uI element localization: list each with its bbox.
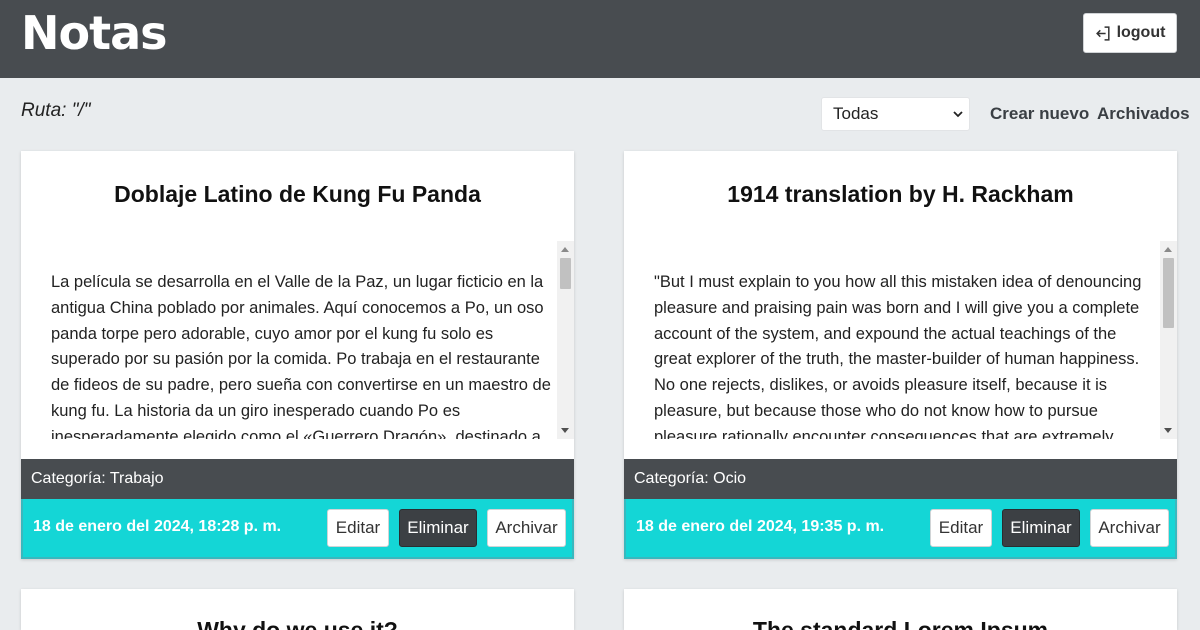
scroll-thumb[interactable] xyxy=(1163,258,1174,328)
note-category: Categoría: Ocio xyxy=(624,459,1177,499)
logout-icon xyxy=(1095,25,1110,41)
note-body-scroll-area[interactable]: "But I must explain to you how all this … xyxy=(644,241,1177,439)
scroll-up-arrow-icon[interactable] xyxy=(1164,247,1172,252)
category-filter-select[interactable]: Todas xyxy=(821,97,970,131)
note-date: 18 de enero del 2024, 18:28 p. m. xyxy=(33,518,282,535)
scroll-down-arrow-icon[interactable] xyxy=(561,428,569,433)
route-label: Ruta: "/" xyxy=(21,100,91,121)
archive-button[interactable]: Archivar xyxy=(1090,509,1169,547)
note-card: Why do we use it? xyxy=(21,589,574,630)
note-body-text: La película se desarrolla en el Valle de… xyxy=(51,273,551,439)
note-title: The standard Lorem Ipsum xyxy=(752,617,1049,630)
archived-link[interactable]: Archivados xyxy=(1097,104,1190,124)
scroll-up-arrow-icon[interactable] xyxy=(561,247,569,252)
note-title: Why do we use it? xyxy=(197,617,398,630)
logout-label: logout xyxy=(1116,24,1166,41)
edit-button[interactable]: Editar xyxy=(327,509,389,547)
filter-selected-value: Todas xyxy=(833,104,879,123)
note-body-scroll-area[interactable]: La película se desarrolla en el Valle de… xyxy=(41,241,574,439)
note-card: The standard Lorem Ipsum xyxy=(624,589,1177,630)
note-body-text: "But I must explain to you how all this … xyxy=(654,273,1142,439)
create-new-link[interactable]: Crear nuevo xyxy=(990,104,1089,124)
note-card: 1914 translation by H. Rackham "But I mu… xyxy=(624,151,1177,559)
scroll-down-arrow-icon[interactable] xyxy=(1164,428,1172,433)
note-title: Doblaje Latino de Kung Fu Panda xyxy=(114,181,481,207)
note-action-bar: 18 de enero del 2024, 18:28 p. m. Editar… xyxy=(21,499,574,559)
note-scrollbar[interactable] xyxy=(557,241,574,439)
logout-button[interactable]: logout xyxy=(1083,13,1177,53)
app-title: Notas xyxy=(21,6,168,60)
top-navbar: Notas logout xyxy=(0,0,1200,78)
note-date: 18 de enero del 2024, 19:35 p. m. xyxy=(636,518,885,535)
note-card: Doblaje Latino de Kung Fu Panda La pelíc… xyxy=(21,151,574,559)
note-scrollbar[interactable] xyxy=(1160,241,1177,439)
delete-button[interactable]: Eliminar xyxy=(1002,509,1080,547)
archive-button[interactable]: Archivar xyxy=(487,509,566,547)
scroll-thumb[interactable] xyxy=(560,258,571,289)
chevron-down-icon xyxy=(953,111,963,118)
note-action-bar: 18 de enero del 2024, 19:35 p. m. Editar… xyxy=(624,499,1177,559)
edit-button[interactable]: Editar xyxy=(930,509,992,547)
note-title: 1914 translation by H. Rackham xyxy=(727,181,1074,207)
note-category: Categoría: Trabajo xyxy=(21,459,574,499)
delete-button[interactable]: Eliminar xyxy=(399,509,477,547)
